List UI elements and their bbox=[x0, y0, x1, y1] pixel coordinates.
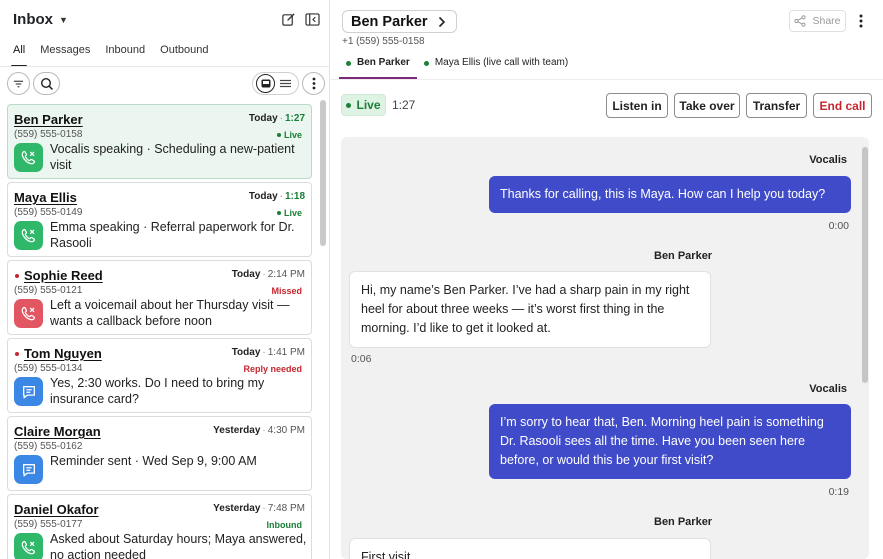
agent-message: Thanks for calling, this is Maya. How ca… bbox=[489, 176, 851, 213]
caller-message: Hi, my name’s Ben Parker. I’ve had a sha… bbox=[349, 271, 711, 348]
end-call-button[interactable]: End call bbox=[813, 93, 872, 118]
status-badge: Live bbox=[276, 208, 302, 218]
timestamp: Yesterday · 4:30 PM bbox=[213, 425, 305, 436]
message-icon bbox=[14, 455, 43, 484]
agent-message: I’m sorry to hear that, Ben. Morning hee… bbox=[489, 404, 851, 479]
contact-phone: (559) 555-0149 bbox=[14, 207, 83, 218]
conversation-item[interactable]: Claire Morgan Yesterday · 4:30 PM (559) 55… bbox=[7, 416, 312, 491]
card-view-icon[interactable] bbox=[256, 74, 276, 93]
conversation-list: Ben Parker Today · 1:27 (559) 555-0158 Liv… bbox=[7, 104, 312, 559]
status-badge: Inbound bbox=[266, 520, 303, 530]
tab-all[interactable]: All bbox=[10, 44, 28, 67]
share-icon bbox=[794, 15, 807, 27]
timestamp: Today · 1:27 bbox=[248, 113, 305, 124]
more-options-icon[interactable] bbox=[302, 72, 325, 95]
conversation-item[interactable]: Ben Parker Today · 1:27 (559) 555-0158 Liv… bbox=[7, 104, 312, 179]
contact-name: Maya Ellis bbox=[14, 190, 77, 205]
status-badge: Live bbox=[276, 130, 302, 140]
speaker-label: Vocalis bbox=[809, 383, 847, 395]
conversation-item[interactable]: Sophie Reed Today · 2:14 PM (559) 555-0121… bbox=[7, 260, 312, 335]
contact-phone-detail: +1 (559) 555-0158 bbox=[342, 36, 425, 47]
list-scrollbar[interactable] bbox=[320, 100, 326, 246]
conversation-preview: Emma speaking · Referral paperwork for D… bbox=[50, 220, 295, 250]
conversation-item[interactable]: Tom Nguyen Today · 1:41 PM (559) 555-0134 … bbox=[7, 338, 312, 413]
tabs-divider bbox=[0, 66, 330, 67]
phone-missed-icon bbox=[14, 143, 43, 172]
conversation-preview: Vocalis speaking · Scheduling a new-pati… bbox=[50, 142, 295, 172]
filter-icon bbox=[13, 80, 24, 87]
status-badge: Missed bbox=[271, 286, 302, 296]
transfer-button[interactable]: Transfer bbox=[746, 93, 807, 118]
contact-name: Ben Parker bbox=[14, 112, 83, 127]
conversation-preview: Yes, 2:30 works. Do I need to bring my i… bbox=[50, 376, 265, 406]
search-button[interactable] bbox=[33, 72, 60, 95]
contact-header-button[interactable]: Ben Parker bbox=[342, 10, 457, 33]
unread-dot bbox=[15, 352, 19, 356]
contact-name: Claire Morgan bbox=[14, 424, 101, 439]
collapse-sidebar-icon[interactable] bbox=[303, 10, 321, 28]
share-label: Share bbox=[812, 15, 841, 27]
tab-inbound[interactable]: Inbound bbox=[105, 44, 145, 66]
tab-participant-ben[interactable]: Ben Parker bbox=[339, 55, 417, 79]
phone-missed-icon bbox=[14, 299, 43, 328]
view-toggle bbox=[252, 72, 299, 95]
compose-icon[interactable] bbox=[279, 10, 297, 28]
chevron-down-icon: ▼ bbox=[59, 14, 68, 25]
contact-phone: (559) 555-0162 bbox=[14, 441, 83, 452]
contact-name-title: Ben Parker bbox=[351, 13, 428, 30]
status-badge: Reply needed bbox=[243, 364, 302, 374]
transcript-scrollbar[interactable] bbox=[862, 147, 868, 383]
contact-name: Sophie Reed bbox=[24, 268, 103, 283]
inbox-tabs: All Messages Inbound Outbound bbox=[0, 44, 330, 67]
more-options-icon[interactable] bbox=[854, 11, 868, 31]
call-duration: 1:27 bbox=[392, 98, 416, 112]
contact-phone: (559) 555-0177 bbox=[14, 519, 83, 530]
conversation-preview: Left a voicemail about her Thursday visi… bbox=[50, 298, 290, 328]
conversation-preview: Asked about Saturday hours; Maya answere… bbox=[50, 532, 307, 559]
phone-missed-icon bbox=[14, 533, 43, 559]
caller-message: First visit. bbox=[349, 538, 711, 559]
listen-in-button[interactable]: Listen in bbox=[606, 93, 668, 118]
speaker-label: Ben Parker bbox=[654, 250, 713, 262]
call-transcript: Vocalis Thanks for calling, this is Maya… bbox=[341, 137, 869, 559]
filter-button[interactable] bbox=[7, 72, 30, 95]
message-time: 0:19 bbox=[828, 486, 849, 498]
message-time: 0:06 bbox=[351, 353, 372, 365]
contact-name: Daniel Okafor bbox=[14, 502, 99, 517]
contact-phone: (559) 555-0121 bbox=[14, 285, 83, 296]
conversation-detail: Ben Parker +1 (559) 555-0158 Share Ben P… bbox=[331, 0, 883, 559]
contact-phone: (559) 555-0158 bbox=[14, 129, 83, 140]
tab-outbound[interactable]: Outbound bbox=[160, 44, 208, 66]
conversation-item[interactable]: Daniel Okafor Yesterday · 7:48 PM (559) 55… bbox=[7, 494, 312, 559]
speaker-label: Vocalis bbox=[809, 154, 847, 166]
phone-missed-icon bbox=[14, 221, 43, 250]
inbox-title[interactable]: Inbox ▼ bbox=[13, 11, 68, 28]
inbox-title-label: Inbox bbox=[13, 11, 53, 28]
list-view-icon[interactable] bbox=[276, 74, 295, 93]
conversation-item[interactable]: Maya Ellis Today · 1:18 (559) 555-0149 Liv… bbox=[7, 182, 312, 257]
take-over-button[interactable]: Take over bbox=[674, 93, 740, 118]
chevron-right-icon bbox=[438, 16, 445, 27]
message-time: 0:00 bbox=[828, 220, 849, 232]
inbox-pane: Inbox ▼ All Messages Inbound Outbound Be… bbox=[0, 0, 330, 559]
share-button[interactable]: Share bbox=[789, 10, 846, 32]
tab-participant-maya[interactable]: Maya Ellis (live call with team) bbox=[417, 55, 575, 79]
participant-tabs: Ben Parker Maya Ellis (live call with te… bbox=[339, 55, 575, 79]
timestamp: Today · 1:18 bbox=[248, 191, 305, 202]
tab-messages[interactable]: Messages bbox=[40, 44, 90, 66]
speaker-label: Ben Parker bbox=[654, 516, 713, 528]
tabs-divider bbox=[331, 79, 883, 80]
timestamp: Today · 2:14 PM bbox=[231, 269, 305, 280]
message-icon bbox=[14, 377, 43, 406]
live-status-badge: Live bbox=[341, 94, 386, 116]
contact-name: Tom Nguyen bbox=[24, 346, 102, 361]
conversation-preview: Reminder sent · Wed Sep 9, 9:00 AM bbox=[50, 454, 257, 468]
unread-dot bbox=[15, 274, 19, 278]
timestamp: Today · 1:41 PM bbox=[231, 347, 305, 358]
contact-phone: (559) 555-0134 bbox=[14, 363, 83, 374]
timestamp: Yesterday · 7:48 PM bbox=[213, 503, 305, 514]
search-icon bbox=[40, 77, 53, 90]
